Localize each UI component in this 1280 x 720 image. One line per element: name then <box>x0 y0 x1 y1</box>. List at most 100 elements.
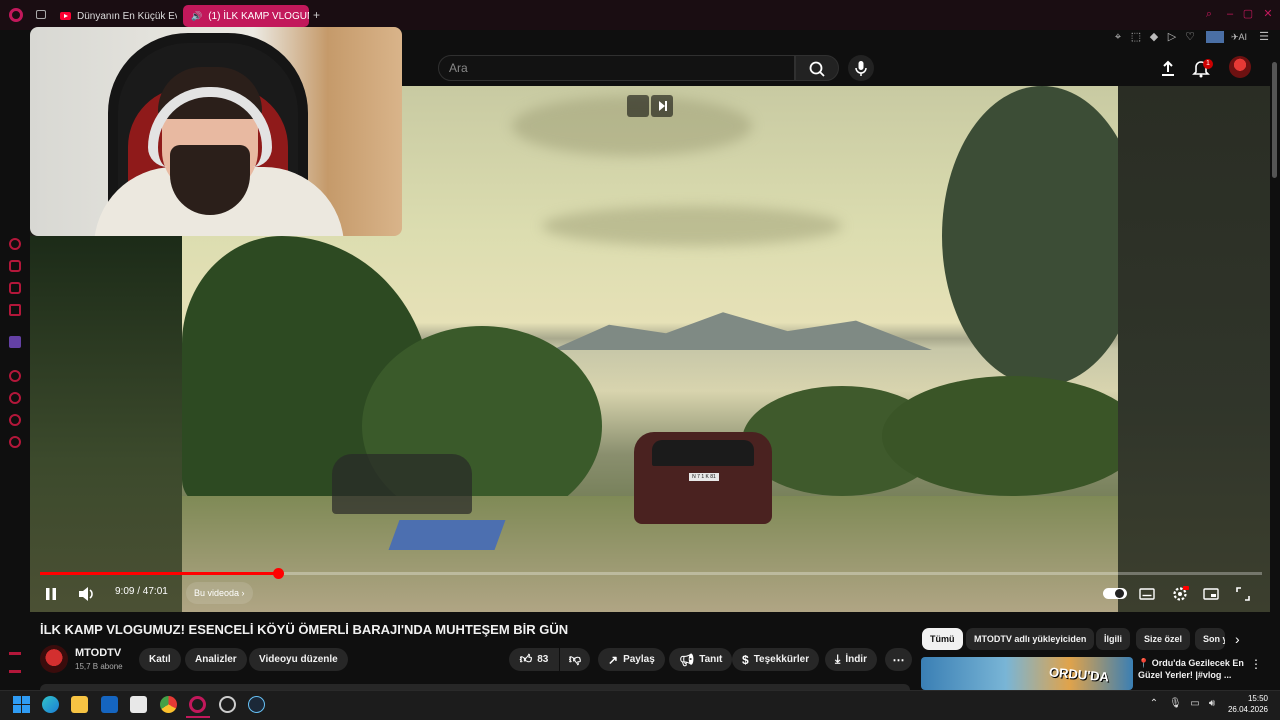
chip-related[interactable]: İlgili <box>1096 628 1130 650</box>
opera-gx-icon[interactable] <box>189 696 206 713</box>
workspaces-icon[interactable] <box>36 10 46 19</box>
recommendation-menu-icon[interactable]: ⋮ <box>1250 657 1262 671</box>
search-tabs-icon[interactable]: ⌕ <box>1203 8 1215 20</box>
account-avatar[interactable] <box>1229 56 1251 78</box>
chevron-right-icon[interactable]: › <box>1235 631 1240 647</box>
edit-label: Videoyu düzenle <box>259 654 338 665</box>
mountains <box>552 312 932 350</box>
chip-from-uploader[interactable]: MTODTV adlı yükleyiciden <box>966 628 1095 650</box>
tab-kamp-vlog[interactable]: 🔊 (1) İLK KAMP VLOGUMUZ <box>183 5 309 27</box>
sidebar-clock-icon[interactable] <box>9 392 21 404</box>
play-icon[interactable]: ▷ <box>1165 30 1179 44</box>
search-icon <box>809 61 825 77</box>
file-explorer-icon[interactable] <box>71 696 88 713</box>
gear-icon <box>1173 586 1189 601</box>
chip-all[interactable]: Tümü <box>922 628 963 650</box>
promote-button[interactable]: 📢︎ Tanıt <box>669 648 733 671</box>
store-icon[interactable] <box>130 696 147 713</box>
recommendation-thumbnail[interactable]: ORDU'DA <box>921 657 1133 690</box>
autoplay-knob <box>1115 589 1124 598</box>
windows-start-icon[interactable] <box>13 696 30 713</box>
ai-icon[interactable]: ✈AI <box>1229 30 1249 44</box>
profile-thumbnail[interactable] <box>1206 31 1224 43</box>
chapter-button[interactable]: Bu videoda › <box>186 582 253 604</box>
search-button[interactable] <box>795 55 839 81</box>
like-button[interactable]: 👍︎ 83 <box>509 648 559 671</box>
outlook-icon[interactable] <box>101 696 118 713</box>
taskbar-date[interactable]: 26.04.2026 <box>1218 705 1268 714</box>
tray-network-icon[interactable]: ▭ <box>1189 698 1201 710</box>
channel-avatar[interactable] <box>40 645 68 673</box>
cloud <box>542 206 842 246</box>
sidebar-app-icon[interactable] <box>9 414 21 426</box>
analytics-button[interactable]: Analizler <box>185 648 247 671</box>
tray-overflow-icon[interactable]: ⌃ <box>1148 698 1160 710</box>
like-count: 83 <box>537 654 549 665</box>
heart-icon[interactable]: ♡ <box>1183 30 1197 44</box>
minimize-icon[interactable]: – <box>1224 8 1236 20</box>
progress-scrubber[interactable] <box>273 568 284 579</box>
sidebar-more-icon[interactable] <box>9 652 21 655</box>
obs-icon[interactable] <box>219 696 236 713</box>
download-button[interactable]: ⤓ İndir <box>825 648 877 671</box>
skip-next-icon <box>659 101 667 111</box>
snapshot-icon[interactable]: ⬚ <box>1129 30 1143 44</box>
taskbar-clock[interactable]: 15:50 <box>1228 694 1268 703</box>
chapter-label: Bu videoda <box>194 588 240 598</box>
thumbs-up-icon: 👍︎ <box>519 652 533 666</box>
promote-label: Tanıt <box>699 654 723 665</box>
new-tab-button[interactable]: + <box>313 8 320 22</box>
tray-mic-icon[interactable]: 🎙︎ <box>1169 698 1182 710</box>
sidebar-app-icon[interactable] <box>9 260 21 272</box>
more-actions-button[interactable]: ⋯ <box>885 648 912 671</box>
subtitles-button[interactable] <box>1137 583 1157 605</box>
miniplayer-overlay-button[interactable] <box>627 95 649 117</box>
sidebar-messenger-icon[interactable] <box>9 282 21 294</box>
next-overlay-button[interactable] <box>651 95 673 117</box>
channel-name[interactable]: MTODTV <box>75 647 121 659</box>
more-icon: ⋯ <box>892 652 905 667</box>
recommendation-title[interactable]: 📍 Ordu'da Gezilecek En Güzel Yerler! |#v… <box>1138 657 1250 681</box>
twitch-icon[interactable] <box>9 336 21 348</box>
sidebar-history-icon[interactable] <box>9 370 21 382</box>
maximize-icon[interactable]: ▢ <box>1242 8 1254 20</box>
sidebar-settings-icon[interactable] <box>9 436 21 448</box>
subscriber-count: 15,7 B abone <box>75 662 123 671</box>
tray-volume-icon[interactable]: 🔊︎ <box>1206 698 1218 710</box>
edge-icon[interactable] <box>42 696 59 713</box>
chip-for-you[interactable]: Size özel <box>1136 628 1191 650</box>
thumbs-down-icon: 👎︎ <box>568 652 582 666</box>
search-input[interactable]: Ara <box>438 55 795 81</box>
shield-icon[interactable]: ◆ <box>1147 30 1161 44</box>
settings-button[interactable] <box>1169 583 1191 605</box>
join-label: Katıl <box>149 654 171 665</box>
chip-recent[interactable]: Son y <box>1195 628 1225 650</box>
menu-icon[interactable]: ☰ <box>1257 30 1271 44</box>
share-button[interactable]: ↗ Paylaş <box>598 648 665 671</box>
chrome-icon[interactable] <box>160 696 177 713</box>
tab-smallest-houses[interactable]: Dünyanın En Küçük Evleri <box>52 5 177 27</box>
thanks-label: Teşekkürler <box>753 654 810 665</box>
speaker-icon: 🔊 <box>191 10 203 21</box>
miniplayer-button[interactable] <box>1201 583 1221 605</box>
sidebar-app-icon[interactable] <box>9 304 21 316</box>
pause-button[interactable] <box>40 583 62 605</box>
close-icon[interactable]: ✕ <box>1262 8 1274 20</box>
thanks-icon: $ <box>742 652 749 667</box>
page-scrollbar[interactable] <box>1272 62 1277 178</box>
opera-sidebar <box>0 30 30 690</box>
sidebar-more-icon[interactable] <box>9 670 21 673</box>
opera-logo-icon[interactable] <box>9 8 23 22</box>
edit-video-button[interactable]: Videoyu düzenle <box>249 648 348 671</box>
thanks-button[interactable]: $ Teşekkürler <box>732 648 820 671</box>
voice-search-button[interactable] <box>848 55 874 81</box>
steam-icon[interactable] <box>248 696 265 713</box>
sidebar-app-icon[interactable] <box>9 238 21 250</box>
join-button[interactable]: Katıl <box>139 648 181 671</box>
pin-icon[interactable]: ⌖ <box>1111 30 1125 44</box>
active-app-indicator <box>186 716 210 718</box>
dislike-button[interactable]: 👎︎ <box>560 648 590 671</box>
upload-button[interactable] <box>1157 57 1179 79</box>
volume-button[interactable] <box>75 583 99 605</box>
fullscreen-button[interactable] <box>1233 583 1253 605</box>
